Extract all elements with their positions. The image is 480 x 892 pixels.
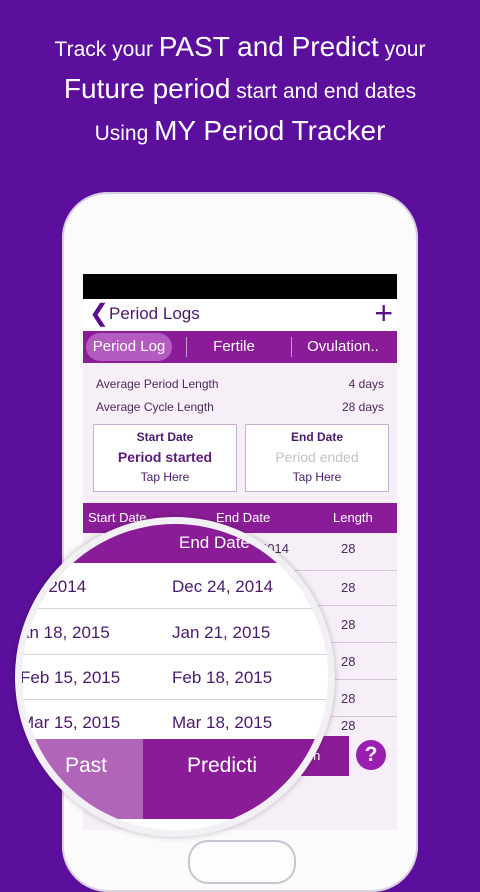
row-length: 28: [341, 580, 356, 595]
row-length: 28: [341, 718, 356, 733]
header-end-date: End Date: [216, 510, 271, 525]
avg-period-label: Average Period Length: [96, 377, 219, 391]
promo-headline: Track your PAST and Predict your Future …: [0, 28, 480, 154]
end-date-button[interactable]: End Date Period ended Tap Here: [245, 424, 389, 492]
promo-line-3: Using MY Period Tracker: [94, 115, 386, 146]
add-icon[interactable]: +: [374, 296, 393, 330]
avg-period-value: 4 days: [348, 377, 384, 391]
back-arrow-icon[interactable]: ❮: [89, 300, 109, 328]
promo-line-2: Future period start and end dates: [63, 73, 417, 104]
page-title: Period Logs: [109, 304, 200, 323]
magnifier-lens: End Date 21, 2014 Dec 24, 2014 an 18, 201…: [15, 517, 335, 837]
tab-fertile[interactable]: Fertile: [187, 331, 281, 363]
end-date-title: End Date: [290, 430, 343, 444]
avg-cycle-value: 28 days: [341, 400, 384, 414]
start-date-action: Tap Here: [140, 470, 190, 484]
start-date-title: Start Date: [136, 430, 194, 444]
tab-period-log[interactable]: Period Log: [86, 333, 172, 361]
home-button[interactable]: [188, 840, 296, 884]
magnifier-header: End Date: [22, 524, 328, 563]
prediction-tab[interactable]: Predicti: [143, 739, 328, 819]
start-date-button[interactable]: Start Date Period started Tap Here: [93, 424, 237, 492]
past-tab[interactable]: Past: [22, 739, 143, 819]
tab-ovulation[interactable]: Ovulation..: [292, 331, 394, 363]
end-date-action: Tap Here: [292, 470, 342, 484]
help-icon[interactable]: ?: [356, 740, 386, 770]
magnified-row: 21, 2014 Dec 24, 2014: [22, 563, 328, 609]
row-length: 28: [341, 691, 356, 706]
magnified-row: Feb 15, 2015 Feb 18, 2015: [22, 654, 328, 700]
row-length: 28: [341, 541, 356, 556]
status-bar: [83, 274, 397, 299]
app-bar: ❮ Period Logs +: [83, 296, 397, 330]
end-date-status: Period ended: [275, 449, 359, 465]
start-date-status: Period started: [117, 449, 213, 465]
promo-line-1: Track your PAST and Predict your: [54, 31, 426, 62]
row-length: 28: [341, 617, 356, 632]
magnified-row: an 18, 2015 Jan 21, 2015: [22, 609, 328, 655]
header-length: Length: [333, 510, 373, 525]
tab-bar: Period Log Fertile Ovulation..: [83, 331, 397, 363]
avg-cycle-label: Average Cycle Length: [96, 400, 214, 414]
row-length: 28: [341, 654, 356, 669]
